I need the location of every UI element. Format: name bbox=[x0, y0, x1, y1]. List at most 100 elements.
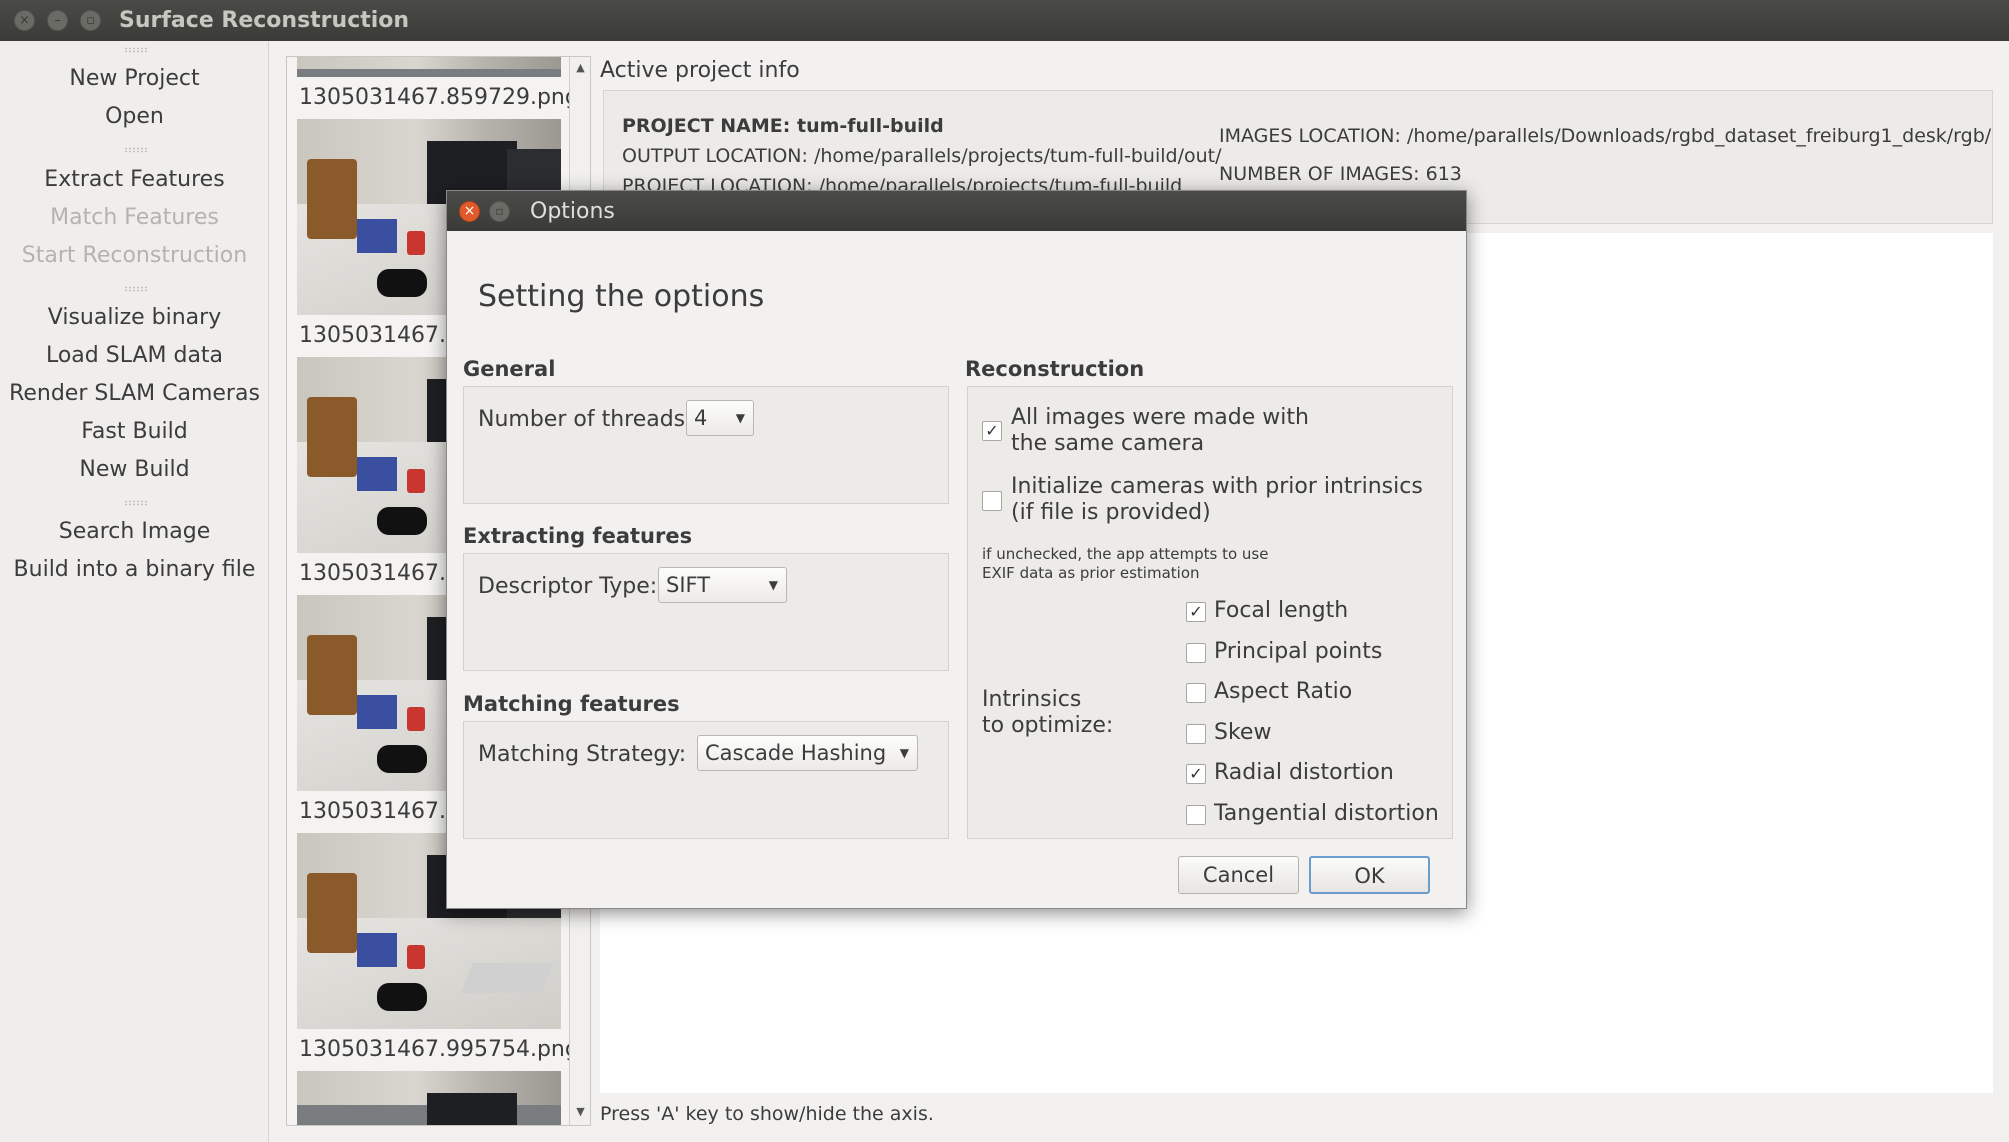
prior-intrinsics-checkbox[interactable] bbox=[982, 491, 1002, 511]
radial-distortion-label: Radial distortion bbox=[1214, 760, 1394, 785]
principal-points-label: Principal points bbox=[1214, 639, 1383, 664]
descriptor-select[interactable]: SIFT ▼ bbox=[658, 567, 787, 603]
cancel-button[interactable]: Cancel bbox=[1178, 856, 1299, 894]
ok-button[interactable]: OK bbox=[1309, 856, 1430, 894]
scene-cup bbox=[407, 469, 425, 493]
scene-gamepad bbox=[377, 983, 427, 1011]
exif-hint-2: EXIF data as prior estimation bbox=[982, 564, 1200, 582]
dialog-maximize-icon[interactable]: ▫ bbox=[489, 200, 510, 222]
dialog-close-icon[interactable]: × bbox=[459, 200, 480, 222]
thumbnail-label: 1305031467.9 bbox=[299, 561, 460, 586]
scene-monitor bbox=[427, 1093, 517, 1125]
matching-group: Matching Strategy: Cascade Hashing ▼ bbox=[463, 721, 949, 839]
number-of-images: NUMBER OF IMAGES: 613 bbox=[1219, 163, 1462, 185]
thumbnail-label: 1305031467.9 bbox=[299, 799, 460, 824]
thumbnail-label: 1305031467.859729.png bbox=[299, 85, 579, 110]
principal-points-checkbox[interactable] bbox=[1186, 643, 1206, 663]
images-location: IMAGES LOCATION: /home/parallels/Downloa… bbox=[1219, 125, 1992, 147]
general-group-title: General bbox=[463, 357, 556, 381]
active-project-title: Active project info bbox=[600, 58, 800, 83]
thumbnail-label: 1305031467.995754.png bbox=[299, 1037, 579, 1062]
general-group: Number of threads 4 ▼ bbox=[463, 386, 949, 504]
sidebar-item-render-slam-cameras[interactable]: Render SLAM Cameras bbox=[0, 381, 269, 406]
aspect-ratio-checkbox[interactable] bbox=[1186, 683, 1206, 703]
window-title: Surface Reconstruction bbox=[119, 8, 410, 33]
scene-gamepad bbox=[377, 269, 427, 297]
intrinsics-label-2: to optimize: bbox=[982, 713, 1114, 738]
sidebar-item-fast-build[interactable]: Fast Build bbox=[0, 419, 269, 444]
strategy-label: Matching Strategy: bbox=[478, 742, 687, 767]
sidebar-item-new-project[interactable]: New Project bbox=[0, 66, 269, 91]
tangential-distortion-label: Tangential distortion bbox=[1214, 801, 1439, 826]
scene-book bbox=[357, 457, 397, 491]
same-camera-label-1: All images were made with bbox=[1011, 405, 1309, 430]
project-name: PROJECT NAME: tum-full-build bbox=[622, 115, 944, 137]
sidebar-item-load-slam-data[interactable]: Load SLAM data bbox=[0, 343, 269, 368]
toolbar-grip[interactable] bbox=[124, 286, 148, 292]
reconstruction-group: ✓ All images were made with the same cam… bbox=[967, 386, 1453, 839]
dialog-heading: Setting the options bbox=[478, 279, 765, 314]
toolbar-grip[interactable] bbox=[124, 147, 148, 153]
sidebar-item-visualize-binary[interactable]: Visualize binary bbox=[0, 305, 269, 330]
descriptor-value: SIFT bbox=[666, 573, 711, 597]
toolbar-grip[interactable] bbox=[124, 47, 148, 53]
sidebar-item-extract-features[interactable]: Extract Features bbox=[0, 167, 269, 192]
strategy-value: Cascade Hashing bbox=[705, 741, 887, 765]
scroll-up-icon[interactable]: ▲ bbox=[570, 61, 590, 74]
thumbnail-image[interactable] bbox=[297, 1071, 561, 1125]
scene-gamepad bbox=[377, 745, 427, 773]
window-titlebar: × – ▫ Surface Reconstruction bbox=[0, 0, 2009, 41]
focal-length-label: Focal length bbox=[1214, 598, 1349, 623]
threads-value: 4 bbox=[694, 406, 708, 430]
dialog-title: Options bbox=[530, 198, 615, 224]
tangential-distortion-checkbox[interactable] bbox=[1186, 805, 1206, 825]
intrinsics-label-1: Intrinsics bbox=[982, 687, 1082, 712]
sidebar-item-start-reconstruction: Start Reconstruction bbox=[21, 243, 248, 268]
scene-cup bbox=[407, 231, 425, 255]
descriptor-label: Descriptor Type: bbox=[478, 574, 658, 599]
thumbnail-image[interactable] bbox=[297, 57, 561, 77]
status-text: Press 'A' key to show/hide the axis. bbox=[600, 1103, 934, 1125]
output-location: OUTPUT LOCATION: /home/parallels/project… bbox=[622, 145, 1222, 167]
scene-gamepad bbox=[377, 507, 427, 535]
sidebar-item-open[interactable]: Open bbox=[0, 104, 269, 129]
same-camera-checkbox[interactable]: ✓ bbox=[982, 421, 1002, 441]
scene-book bbox=[357, 933, 397, 967]
same-camera-label-2: the same camera bbox=[1011, 431, 1205, 456]
scene-chair bbox=[307, 873, 357, 953]
options-dialog: × ▫ Options Setting the options General … bbox=[446, 190, 1467, 909]
skew-label: Skew bbox=[1214, 720, 1272, 745]
strategy-select[interactable]: Cascade Hashing ▼ bbox=[697, 735, 918, 771]
prior-intrinsics-label-1: Initialize cameras with prior intrinsics bbox=[1011, 474, 1423, 499]
sidebar-item-search-image[interactable]: Search Image bbox=[0, 519, 269, 544]
exif-hint-1: if unchecked, the app attempts to use bbox=[982, 545, 1269, 563]
scroll-down-icon[interactable]: ▼ bbox=[570, 1105, 590, 1118]
prior-intrinsics-label-2: (if file is provided) bbox=[1011, 500, 1211, 525]
radial-distortion-checkbox[interactable]: ✓ bbox=[1186, 764, 1206, 784]
scene-book bbox=[357, 219, 397, 253]
scene-cup bbox=[407, 945, 425, 969]
aspect-ratio-label: Aspect Ratio bbox=[1214, 679, 1353, 704]
threads-select[interactable]: 4 ▼ bbox=[686, 400, 754, 436]
scene-keyboard bbox=[461, 963, 553, 993]
sidebar-item-match-features: Match Features bbox=[50, 205, 219, 230]
focal-length-checkbox[interactable]: ✓ bbox=[1186, 602, 1206, 622]
matching-group-title: Matching features bbox=[463, 692, 680, 716]
extracting-group-title: Extracting features bbox=[463, 524, 693, 548]
chevron-down-icon: ▼ bbox=[768, 578, 778, 592]
maximize-window-button[interactable]: ▫ bbox=[80, 10, 101, 31]
threads-label: Number of threads bbox=[478, 407, 686, 432]
chevron-down-icon: ▼ bbox=[735, 411, 745, 425]
extracting-group: Descriptor Type: SIFT ▼ bbox=[463, 553, 949, 671]
scene-book bbox=[357, 695, 397, 729]
close-window-button[interactable]: × bbox=[14, 10, 35, 31]
dialog-titlebar: × ▫ Options bbox=[447, 191, 1466, 231]
minimize-window-button[interactable]: – bbox=[47, 10, 68, 31]
sidebar-item-build-binary-file[interactable]: Build into a binary file bbox=[0, 557, 269, 582]
sidebar-item-new-build[interactable]: New Build bbox=[0, 457, 269, 482]
toolbar-grip[interactable] bbox=[124, 500, 148, 506]
skew-checkbox[interactable] bbox=[1186, 724, 1206, 744]
scene-chair bbox=[307, 159, 357, 239]
chevron-down-icon: ▼ bbox=[899, 746, 909, 760]
scene-cup bbox=[407, 707, 425, 731]
